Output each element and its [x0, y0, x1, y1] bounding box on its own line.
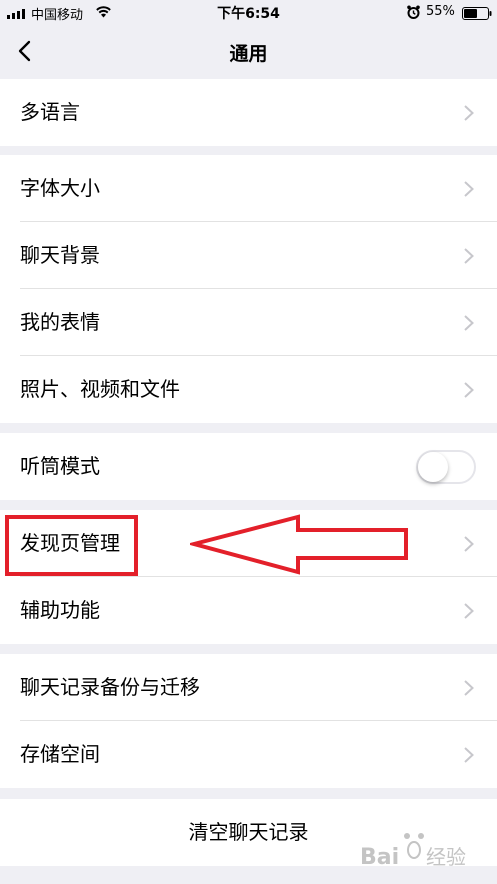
settings-row-stickers[interactable]: 我的表情	[0, 289, 497, 356]
settings-row-chat-backup[interactable]: 聊天记录备份与迁移	[0, 654, 497, 721]
clock: 下午6:54	[217, 6, 280, 22]
battery-icon	[462, 7, 492, 20]
chevron-right-icon	[464, 382, 474, 398]
svg-text:Bai: Bai	[360, 845, 399, 870]
alarm-icon	[407, 5, 420, 19]
row-label: 辅助功能	[20, 598, 100, 622]
settings-row-accessibility[interactable]: 辅助功能	[0, 577, 497, 644]
row-label: 字体大小	[20, 176, 100, 200]
row-label: 聊天记录备份与迁移	[20, 675, 200, 699]
row-label: 多语言	[20, 100, 80, 124]
svg-text:经验: 经验	[426, 845, 466, 869]
row-label: 听筒模式	[20, 454, 100, 478]
navigation-bar: 通用	[0, 26, 497, 78]
red-arrow-annotation	[190, 514, 408, 575]
row-label: 我的表情	[20, 310, 100, 334]
page-title: 通用	[229, 43, 268, 65]
settings-row-media-files[interactable]: 照片、视频和文件	[0, 356, 497, 423]
storage-group: 聊天记录备份与迁移 存储空间	[0, 654, 497, 788]
row-label: 照片、视频和文件	[20, 377, 180, 401]
chevron-right-icon	[464, 747, 474, 763]
chevron-right-icon	[464, 536, 474, 552]
baidu-watermark-logo: Bai 经验	[360, 833, 466, 870]
row-label: 存储空间	[20, 742, 100, 766]
settings-row-language[interactable]: 多语言	[0, 79, 497, 146]
settings-row-chat-background[interactable]: 聊天背景	[0, 222, 497, 289]
chevron-right-icon	[464, 315, 474, 331]
settings-row-earpiece-mode: 听筒模式	[0, 433, 497, 500]
chevron-right-icon	[464, 181, 474, 197]
earpiece-mode-toggle[interactable]	[416, 450, 476, 484]
language-group: 多语言	[0, 79, 497, 146]
earpiece-group: 听筒模式	[0, 433, 497, 500]
highlight-box	[5, 515, 138, 576]
battery-percent: 55%	[426, 4, 455, 19]
status-bar: 中国移动 下午6:54 55%	[0, 0, 497, 26]
settings-row-font-size[interactable]: 字体大小	[0, 155, 497, 222]
chevron-right-icon	[464, 105, 474, 121]
toggle-knob	[418, 452, 448, 482]
chevron-right-icon	[464, 603, 474, 619]
settings-row-storage-space[interactable]: 存储空间	[0, 721, 497, 788]
display-group: 字体大小 聊天背景 我的表情 照片、视频和文件	[0, 155, 497, 423]
row-label: 聊天背景	[20, 243, 100, 267]
chevron-right-icon	[464, 248, 474, 264]
chevron-right-icon	[464, 680, 474, 696]
